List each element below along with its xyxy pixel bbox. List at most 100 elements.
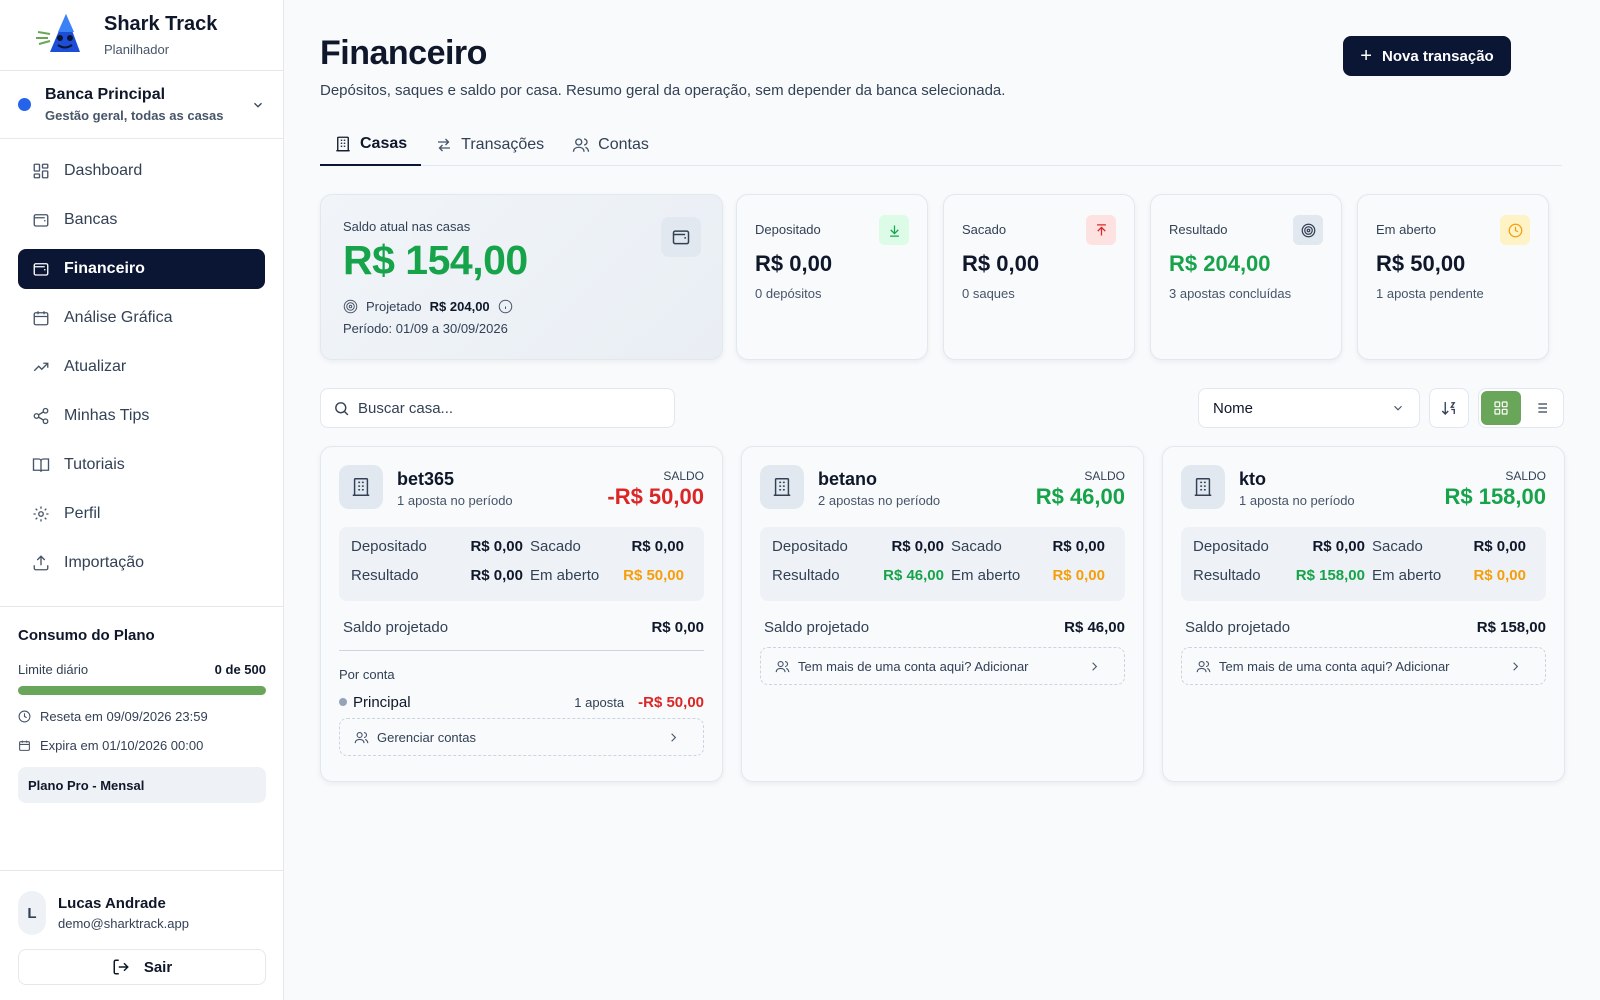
projected-value: R$ 204,00	[429, 299, 490, 314]
grid-icon	[33, 163, 49, 179]
withdrawn-value: R$ 0,00	[631, 538, 684, 555]
sidebar-item-label: Atualizar	[64, 358, 127, 375]
users-icon	[1196, 660, 1211, 672]
list-icon	[1535, 403, 1547, 413]
add-account-button[interactable]: Tem mais de uma conta aqui? Adicionar	[1181, 647, 1546, 685]
tab-transacoes[interactable]: Transações	[421, 124, 558, 166]
sidebar-item-analise-grafica[interactable]: Análise Gráfica	[18, 298, 265, 338]
sort-icon	[1441, 402, 1456, 415]
stat-card-em-aberto: Em aberto R$ 50,00 1 aposta pendente	[1357, 194, 1549, 360]
sidebar-item-atualizar[interactable]: Atualizar	[18, 347, 265, 387]
stat-card-resultado: Resultado R$ 204,00 3 apostas concluídas	[1150, 194, 1342, 360]
wallet-icon	[661, 217, 701, 257]
bank-status-dot	[18, 98, 31, 111]
plan-expire-text: Expira em 01/10/2026 00:00	[40, 738, 204, 753]
grid-view-button[interactable]	[1481, 391, 1521, 425]
house-card-betano[interactable]: betano 2 apostas no período SALDO R$ 46,…	[741, 446, 1144, 782]
stat-card-sacado: Sacado R$ 0,00 0 saques	[943, 194, 1135, 360]
plan-limit-value: 0 de 500	[214, 662, 266, 677]
tab-contas[interactable]: Contas	[558, 124, 663, 166]
house-card-kto[interactable]: kto 1 aposta no período SALDO R$ 158,00 …	[1162, 446, 1565, 782]
building-icon	[336, 136, 350, 152]
sort-select[interactable]: Nome	[1198, 388, 1420, 428]
sidebar-item-perfil[interactable]: Perfil	[18, 494, 265, 534]
sort-order-button[interactable]	[1429, 388, 1469, 428]
sidebar-item-financeiro[interactable]: Financeiro	[18, 249, 265, 289]
account-dot	[339, 698, 347, 706]
stat-label: Sacado	[962, 222, 1007, 237]
balance-card: Saldo atual nas casas R$ 154,00 Projetad…	[320, 194, 723, 360]
plan-reset-text: Reseta em 09/09/2026 23:59	[40, 709, 208, 724]
add-account-label: Tem mais de uma conta aqui? Adicionar	[1219, 658, 1450, 674]
avatar: L	[18, 891, 46, 935]
deposited-label: Depositado	[351, 538, 427, 555]
sidebar-item-dashboard[interactable]: Dashboard	[18, 151, 265, 191]
withdrawn-label: Sacado	[1372, 538, 1423, 555]
add-account-button[interactable]: Tem mais de uma conta aqui? Adicionar	[760, 647, 1125, 685]
sidebar-item-label: Dashboard	[64, 162, 143, 179]
manage-accounts-button[interactable]: Gerenciar contas	[339, 718, 704, 756]
bank-name: Banca Principal	[45, 86, 166, 103]
brand-title: Shark Track	[104, 13, 218, 35]
withdrawn-label: Sacado	[951, 538, 1002, 555]
projected-balance-value: R$ 0,00	[651, 619, 704, 636]
page-title: Financeiro	[320, 34, 487, 72]
logout-button[interactable]: Sair	[18, 949, 266, 985]
withdrawn-label: Sacado	[530, 538, 581, 555]
target-icon	[343, 299, 358, 314]
new-transaction-button[interactable]: + Nova transação	[1343, 36, 1511, 76]
tab-label: Contas	[598, 136, 649, 153]
plan-badge: Plano Pro - Mensal	[18, 767, 266, 803]
arrows-swap-icon	[438, 138, 451, 152]
search-input[interactable]	[358, 399, 658, 417]
result-value: R$ 158,00	[1295, 567, 1365, 584]
page-description: Depósitos, saques e saldo por casa. Resu…	[320, 82, 1006, 99]
balance-period: Período: 01/09 a 30/09/2026	[343, 321, 508, 336]
result-label: Resultado	[772, 567, 840, 584]
tab-casas[interactable]: Casas	[320, 124, 422, 166]
deposited-value: R$ 0,00	[1312, 538, 1365, 555]
house-name: betano	[818, 469, 878, 489]
clock-icon	[18, 710, 31, 723]
account-value: -R$ 50,00	[638, 693, 704, 711]
sidebar-item-minhas-tips[interactable]: Minhas Tips	[18, 396, 265, 436]
users-icon	[354, 731, 369, 743]
sidebar-item-label: Minhas Tips	[64, 407, 150, 424]
plan-usage-bar-fill	[18, 686, 266, 695]
plan-usage-bar	[18, 686, 266, 695]
open-label: Em aberto	[1372, 567, 1442, 584]
logout-label: Sair	[143, 958, 173, 976]
balance-label: Saldo atual nas casas	[343, 219, 471, 234]
house-saldo-value: -R$ 50,00	[607, 484, 704, 509]
users-icon	[775, 660, 790, 672]
house-bets-count: 2 apostas no período	[818, 493, 941, 508]
house-saldo-value: R$ 158,00	[1444, 484, 1546, 509]
stat-card-depositado: Depositado R$ 0,00 0 depósitos	[736, 194, 928, 360]
house-name: bet365	[397, 469, 455, 489]
house-saldo-label: SALDO	[663, 469, 704, 483]
house-card-bet365[interactable]: bet365 1 aposta no período SALDO -R$ 50,…	[320, 446, 723, 782]
sidebar-item-tutoriais[interactable]: Tutoriais	[18, 445, 265, 485]
account-name: Principal	[353, 693, 411, 711]
wallet-icon	[33, 214, 49, 227]
house-bets-count: 1 aposta no período	[397, 493, 513, 508]
info-icon[interactable]	[498, 299, 513, 314]
stat-sub: 0 depósitos	[755, 286, 822, 301]
projected-balance-label: Saldo projetado	[1185, 619, 1291, 636]
deposited-value: R$ 0,00	[470, 538, 523, 555]
sidebar-item-label: Análise Gráfica	[64, 309, 173, 326]
sidebar-item-importacao[interactable]: Importação	[18, 543, 265, 583]
sidebar-nav: Dashboard Bancas Financeiro Análise Gráf…	[0, 139, 283, 583]
chevron-down-icon	[1394, 405, 1402, 411]
account-bets-count: 1 aposta	[574, 694, 625, 710]
share-icon	[33, 407, 49, 425]
grid-icon	[1494, 401, 1508, 415]
list-view-button[interactable]	[1521, 391, 1561, 425]
deposited-label: Depositado	[1193, 538, 1269, 555]
sidebar: Shark Track Planilhador Banca Principal …	[0, 0, 284, 1000]
view-toggle	[1478, 388, 1564, 428]
divider	[339, 650, 704, 651]
sidebar-item-bancas[interactable]: Bancas	[18, 200, 265, 240]
result-value: R$ 46,00	[883, 567, 944, 584]
bank-selector[interactable]: Banca Principal Gestão geral, todas as c…	[0, 71, 283, 139]
